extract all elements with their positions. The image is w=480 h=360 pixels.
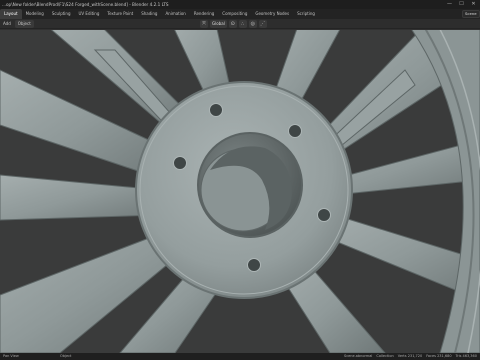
tab-layout[interactable]: Layout	[0, 9, 22, 19]
overlay-icon[interactable]: ⋰	[258, 20, 267, 28]
window-controls: — ☐ ✕	[445, 1, 478, 8]
window-title: ...op\New folder\BlendProd\F1\S24 Forged…	[2, 2, 169, 7]
close-button[interactable]: ✕	[469, 1, 478, 8]
status-mode: Object	[60, 354, 72, 358]
tab-texture-paint[interactable]: Texture Paint	[103, 9, 137, 19]
orientation-icon[interactable]: ⤧	[200, 20, 208, 28]
minimize-button[interactable]: —	[445, 1, 454, 8]
tab-uv-editing[interactable]: UV Editing	[75, 9, 104, 19]
tab-geometry-nodes[interactable]: Geometry Nodes	[251, 9, 293, 19]
status-hint: Pan View	[3, 354, 19, 358]
tab-scripting[interactable]: Scripting	[293, 9, 319, 19]
pivot-icon[interactable]: ⊙	[228, 20, 237, 28]
proportional-edit-icon[interactable]: ◎	[248, 20, 257, 28]
tab-modeling[interactable]: Modeling	[22, 9, 48, 19]
stat-faces: Faces 231,680	[426, 354, 452, 358]
scene-stats: Scene.abnormal Collection Verts 231,720 …	[344, 353, 477, 360]
stat-verts: Verts 231,720	[397, 354, 423, 358]
3d-viewport[interactable]	[0, 30, 480, 353]
tab-rendering[interactable]: Rendering	[190, 9, 218, 19]
wheel-render	[0, 30, 480, 353]
tab-compositing[interactable]: Compositing	[218, 9, 251, 19]
stat-scene: Scene.abnormal	[343, 354, 373, 358]
tab-sculpting[interactable]: Sculpting	[48, 9, 75, 19]
transform-tools: ⤧ Global ⊙ ∴ ◎ ⋰	[200, 20, 267, 28]
tab-shading[interactable]: Shading	[137, 9, 161, 19]
object-mode-menu[interactable]: Object	[14, 19, 34, 28]
maximize-button[interactable]: ☐	[457, 1, 466, 8]
stat-tris: Tris 463,360	[455, 354, 477, 358]
tab-animation[interactable]: Animation	[161, 9, 189, 19]
workspace-tabs: Layout Modeling Sculpting UV Editing Tex…	[0, 9, 480, 19]
status-bar: Pan View Object Scene.abnormal Collectio…	[0, 353, 480, 360]
add-menu[interactable]: Add	[0, 21, 14, 26]
snap-icon[interactable]: ∴	[238, 20, 247, 28]
orientation-dropdown[interactable]: Global	[210, 20, 227, 28]
stat-collection: Collection	[376, 354, 394, 358]
scene-selector[interactable]: Scene	[462, 10, 480, 18]
viewport-header: Add Object ⤧ Global ⊙ ∴ ◎ ⋰	[0, 19, 480, 29]
title-bar: ...op\New folder\BlendProd\F1\S24 Forged…	[0, 0, 480, 9]
